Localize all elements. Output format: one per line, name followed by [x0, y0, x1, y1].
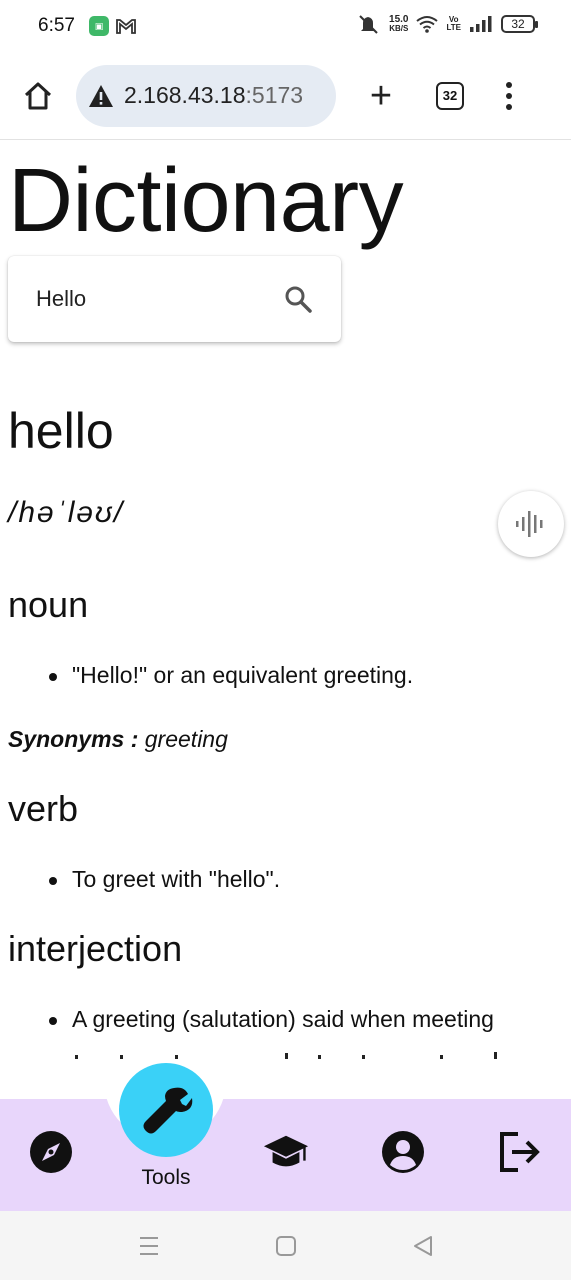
- home-system-icon[interactable]: [275, 1235, 297, 1257]
- explore-nav-button[interactable]: [29, 1130, 73, 1174]
- status-right-icons: 15.0 KB/S Vo LTE 32: [357, 13, 538, 35]
- battery-icon: 32: [501, 15, 538, 33]
- browser-menu-button[interactable]: [504, 81, 514, 110]
- word-heading: hello: [8, 403, 114, 459]
- home-button[interactable]: [18, 76, 58, 116]
- tools-label[interactable]: Tools: [119, 1166, 213, 1190]
- status-bar: 6:57 ▣ 15.0 KB/S Vo LTE 32: [0, 0, 571, 52]
- wrench-icon: [143, 1087, 193, 1134]
- clipped-text-fragment: [0, 1050, 571, 1062]
- search-input[interactable]: Hello: [36, 286, 86, 312]
- recent-apps-icon[interactable]: [138, 1235, 160, 1257]
- system-navigation-bar: [0, 1211, 571, 1280]
- synonym-value: greeting: [144, 726, 228, 752]
- account-icon: [382, 1131, 424, 1173]
- graduation-cap-icon: [263, 1135, 309, 1167]
- tools-fab-button[interactable]: [119, 1063, 213, 1157]
- tab-switcher-button[interactable]: 32: [436, 81, 464, 110]
- part-of-speech-interjection: interjection: [8, 928, 183, 969]
- phonetic-text: /həˈləʊ/: [8, 496, 125, 529]
- volte-indicator: Vo LTE: [446, 15, 461, 32]
- search-box[interactable]: Hello: [8, 256, 341, 342]
- menu-dot-icon: [506, 92, 512, 99]
- definition-item: A greeting (salutation) said when meetin…: [49, 1006, 494, 1033]
- warning-icon[interactable]: [88, 84, 114, 108]
- menu-dot-icon: [506, 103, 512, 110]
- network-speed: 15.0 KB/S: [389, 14, 409, 34]
- learn-nav-button[interactable]: [263, 1130, 309, 1174]
- part-of-speech-verb: verb: [8, 788, 79, 829]
- play-pronunciation-button[interactable]: [498, 491, 564, 557]
- menu-dot-icon: [506, 81, 512, 88]
- browser-toolbar: 2.168.43.18:5173 + 32: [0, 52, 571, 140]
- home-icon: [24, 82, 52, 109]
- part-of-speech-noun: noun: [8, 584, 89, 625]
- search-icon[interactable]: [283, 284, 313, 314]
- logout-icon: [500, 1132, 540, 1172]
- logout-nav-button[interactable]: [498, 1130, 542, 1174]
- definition-item: "Hello!" or an equivalent greeting.: [48, 662, 413, 689]
- synonyms: Synonyms : greeting: [8, 726, 228, 752]
- url-text[interactable]: 2.168.43.18:5173: [124, 82, 303, 109]
- definition-item: To greet with "hello".: [48, 866, 280, 893]
- address-bar[interactable]: 2.168.43.18:5173: [76, 64, 336, 127]
- notification-icons: ▣: [88, 16, 137, 36]
- page-title: Dictionary: [8, 151, 404, 251]
- profile-nav-button[interactable]: [381, 1130, 425, 1174]
- compass-icon: [30, 1131, 72, 1173]
- back-icon[interactable]: [412, 1235, 434, 1257]
- new-tab-button[interactable]: +: [366, 77, 396, 115]
- gmail-icon: [116, 19, 136, 34]
- audio-wave-icon: [516, 511, 543, 537]
- app-notification-icon: ▣: [88, 16, 109, 36]
- status-time: 6:57: [38, 15, 75, 36]
- signal-icon: [470, 16, 492, 32]
- mute-icon: [359, 15, 378, 34]
- wifi-icon: [416, 16, 439, 33]
